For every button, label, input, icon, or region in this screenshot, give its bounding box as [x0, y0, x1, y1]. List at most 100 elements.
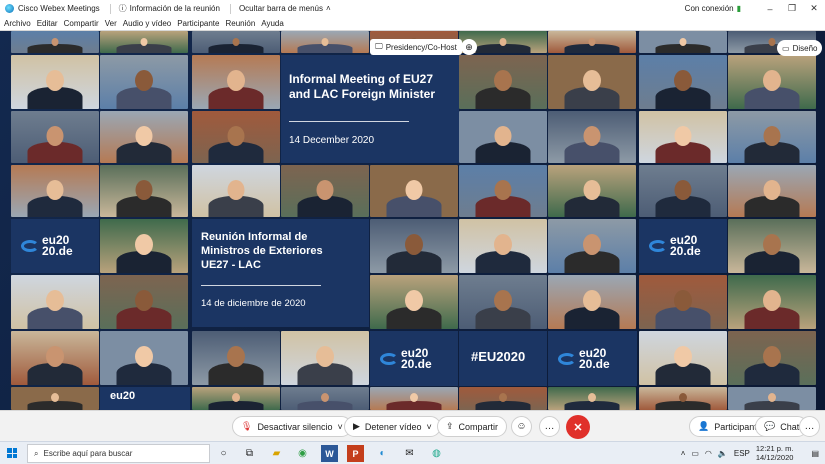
- participant-video-tile[interactable]: [639, 55, 727, 109]
- menu-archivo[interactable]: Archivo: [4, 19, 31, 28]
- participant-video-tile[interactable]: [192, 111, 280, 163]
- task-view-icon[interactable]: ⧉: [241, 445, 258, 462]
- participant-video-tile[interactable]: [192, 387, 280, 410]
- participant-video-tile[interactable]: [11, 111, 99, 163]
- more-options-button[interactable]: …: [539, 416, 560, 437]
- edge-icon[interactable]: ◐: [374, 445, 391, 462]
- eu2020-swirl-icon: [649, 240, 667, 253]
- menu-audio-video[interactable]: Audio y vídeo: [123, 19, 171, 28]
- participant-video-tile[interactable]: [11, 55, 99, 109]
- layout-button[interactable]: ▭ Diseño: [777, 40, 823, 56]
- powerpoint-icon[interactable]: P: [347, 445, 364, 462]
- participant-video-tile[interactable]: [728, 111, 816, 163]
- participant-video-tile[interactable]: [100, 275, 188, 329]
- battery-icon[interactable]: ▭: [691, 449, 699, 458]
- participant-video-tile[interactable]: [11, 331, 99, 385]
- end-meeting-button[interactable]: ✕: [566, 415, 590, 439]
- participant-video-tile[interactable]: [11, 165, 99, 217]
- participant-video-tile[interactable]: [728, 387, 816, 410]
- participant-video-tile[interactable]: [728, 165, 816, 217]
- minimize-button[interactable]: –: [759, 4, 781, 14]
- unmute-button[interactable]: 🎙 Desactivar silencio ˅: [232, 416, 352, 437]
- participant-video-tile[interactable]: [281, 165, 369, 217]
- chevron-up-icon[interactable]: ˄: [681, 449, 686, 458]
- menu-reunion[interactable]: Reunión: [225, 19, 255, 28]
- participant-video-tile[interactable]: [11, 31, 99, 53]
- participant-video-tile[interactable]: [548, 55, 636, 109]
- maximize-button[interactable]: ❐: [781, 3, 803, 14]
- participant-video-tile[interactable]: [100, 219, 188, 273]
- menu-editar[interactable]: Editar: [37, 19, 58, 28]
- participant-video-tile[interactable]: [281, 387, 369, 410]
- participant-video-tile[interactable]: [459, 219, 547, 273]
- video-grid[interactable]: Informal Meeting of EU27 and LAC Foreign…: [0, 31, 825, 410]
- participant-video-tile[interactable]: [100, 111, 188, 163]
- participant-video-tile[interactable]: [639, 331, 727, 385]
- participant-video-tile[interactable]: [459, 55, 547, 109]
- participant-video-tile[interactable]: [639, 165, 727, 217]
- connection-status[interactable]: Con conexión ▮: [685, 4, 741, 13]
- taskbar-search[interactable]: ⌕ Escribe aquí para buscar: [27, 444, 210, 463]
- menu-ver[interactable]: Ver: [105, 19, 117, 28]
- cortana-icon[interactable]: ○: [215, 445, 232, 462]
- language-indicator[interactable]: ESP: [734, 449, 750, 458]
- mail-icon[interactable]: ✉: [401, 445, 418, 462]
- participant-video-tile[interactable]: [728, 275, 816, 329]
- participant-video-tile[interactable]: [639, 387, 727, 410]
- share-button[interactable]: ⇪ Compartir: [437, 416, 508, 437]
- participant-video-tile[interactable]: [281, 31, 369, 53]
- chrome-icon[interactable]: ◉: [294, 445, 311, 462]
- participant-video-tile[interactable]: [192, 331, 280, 385]
- participant-video-tile[interactable]: [370, 219, 458, 273]
- participant-video-tile[interactable]: [370, 275, 458, 329]
- participant-video-tile[interactable]: [728, 219, 816, 273]
- participant-video-tile[interactable]: [548, 31, 636, 53]
- reactions-button[interactable]: ☺: [511, 416, 532, 437]
- start-button[interactable]: [0, 448, 24, 458]
- meeting-info-button[interactable]: ⓘ Información de la reunión: [119, 3, 220, 14]
- participant-video-tile[interactable]: [100, 331, 188, 385]
- participant-video-tile[interactable]: [11, 387, 99, 410]
- participant-video-tile[interactable]: [11, 275, 99, 329]
- participant-video-tile[interactable]: [548, 111, 636, 163]
- participant-video-tile[interactable]: [281, 331, 369, 385]
- notifications-icon[interactable]: ▤: [811, 449, 819, 458]
- participant-video-tile[interactable]: [459, 275, 547, 329]
- menu-participante[interactable]: Participante: [177, 19, 219, 28]
- participant-video-tile[interactable]: [192, 31, 280, 53]
- participant-head: [316, 346, 334, 367]
- menu-ayuda[interactable]: Ayuda: [261, 19, 284, 28]
- participant-video-tile[interactable]: [100, 165, 188, 217]
- file-explorer-icon[interactable]: ▰: [268, 445, 285, 462]
- participant-video-tile[interactable]: [728, 331, 816, 385]
- hide-menu-bar-button[interactable]: Ocultar barra de menús ˄: [239, 4, 331, 13]
- panel-more-button[interactable]: …: [799, 416, 820, 437]
- speaker-icon[interactable]: 🔈: [718, 449, 728, 458]
- stop-video-button[interactable]: ▶ Detener vídeo ˅: [344, 416, 441, 437]
- participant-video-tile[interactable]: [548, 219, 636, 273]
- participant-video-tile[interactable]: [639, 111, 727, 163]
- clock[interactable]: 12:21 p. m. 14/12/2020: [756, 444, 794, 462]
- participant-video-tile[interactable]: [459, 387, 547, 410]
- participant-video-tile[interactable]: [459, 111, 547, 163]
- lock-icon[interactable]: ⊕: [461, 39, 477, 55]
- menu-compartir[interactable]: Compartir: [64, 19, 99, 28]
- participant-video-tile[interactable]: [459, 165, 547, 217]
- presenter-chip[interactable]: 🖵 Presidency/Co-Host: [370, 39, 462, 55]
- participant-video-tile[interactable]: [548, 275, 636, 329]
- participant-video-tile[interactable]: [639, 31, 727, 53]
- close-button[interactable]: ✕: [803, 3, 825, 14]
- participant-video-tile[interactable]: [548, 387, 636, 410]
- participant-video-tile[interactable]: [728, 55, 816, 109]
- wifi-icon[interactable]: ◠: [705, 449, 712, 458]
- participant-video-tile[interactable]: [192, 55, 280, 109]
- participant-video-tile[interactable]: [639, 275, 727, 329]
- participant-video-tile[interactable]: [100, 31, 188, 53]
- participant-video-tile[interactable]: [548, 165, 636, 217]
- participant-video-tile[interactable]: [100, 55, 188, 109]
- participant-video-tile[interactable]: [192, 165, 280, 217]
- webex-taskbar-icon[interactable]: ◍: [428, 445, 445, 462]
- participant-video-tile[interactable]: [370, 387, 458, 410]
- word-icon[interactable]: W: [321, 445, 338, 462]
- participant-video-tile[interactable]: [370, 165, 458, 217]
